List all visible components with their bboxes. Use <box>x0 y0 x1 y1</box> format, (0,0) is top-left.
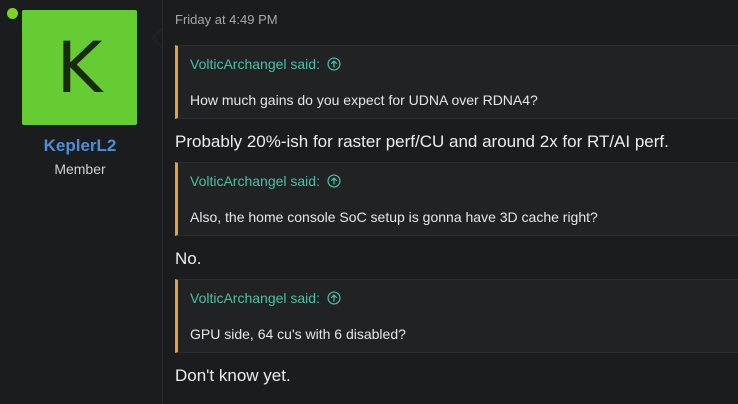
post-main: Friday at 4:49 PM VolticArchangel said: … <box>163 0 738 404</box>
quote-header: VolticArchangel said: <box>190 290 341 306</box>
online-status-indicator <box>7 8 18 19</box>
quote-block: VolticArchangel said: GPU side, 64 cu's … <box>175 279 738 353</box>
reply-text: Don't know yet. <box>175 366 291 385</box>
arrow-up-circle-icon[interactable] <box>327 57 341 71</box>
post-author-column: K KeplerL2 Member <box>0 0 163 404</box>
quote-author-link[interactable]: VolticArchangel said: <box>190 173 320 189</box>
reply-text: Probably 20%-ish for raster perf/CU and … <box>175 132 669 151</box>
quote-header: VolticArchangel said: <box>190 56 341 72</box>
avatar-letter: K <box>56 26 103 109</box>
quote-block: VolticArchangel said: How much gains do … <box>175 45 738 119</box>
post-date-link[interactable]: Friday at 4:49 PM <box>175 12 278 27</box>
quote-block: VolticArchangel said: Also, the home con… <box>175 162 738 236</box>
user-title: Member <box>54 161 106 177</box>
forum-post: K KeplerL2 Member Friday at 4:49 PM Volt… <box>0 0 738 404</box>
quote-text: Also, the home console SoC setup is gonn… <box>190 209 598 225</box>
username-link[interactable]: KeplerL2 <box>0 136 160 156</box>
quote-text: GPU side, 64 cu's with 6 disabled? <box>190 326 406 342</box>
arrow-up-circle-icon[interactable] <box>327 291 341 305</box>
reply-text: No. <box>175 249 202 268</box>
quote-text: How much gains do you expect for UDNA ov… <box>190 92 538 108</box>
quote-author-link[interactable]: VolticArchangel said: <box>190 56 320 72</box>
avatar[interactable]: K <box>22 10 137 125</box>
quote-header: VolticArchangel said: <box>190 173 341 189</box>
arrow-up-circle-icon[interactable] <box>327 174 341 188</box>
quote-author-link[interactable]: VolticArchangel said: <box>190 290 320 306</box>
post-arrow <box>152 28 162 48</box>
